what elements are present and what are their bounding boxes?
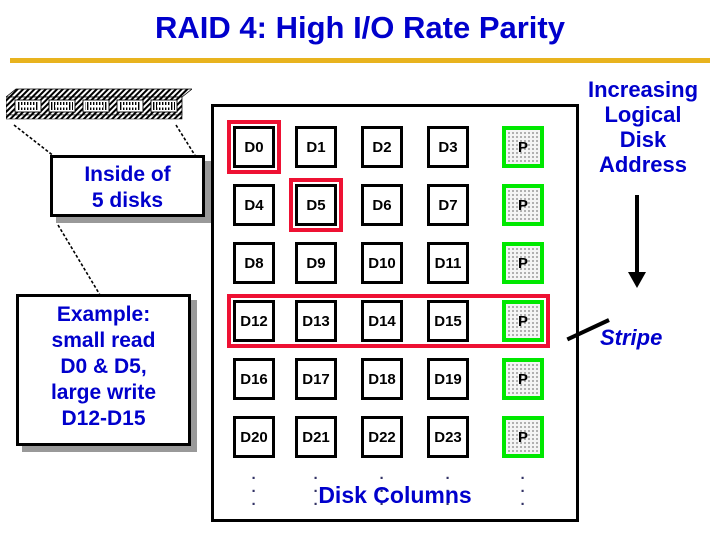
disk-block-d16-r4-c0[interactable]: D16 [233, 358, 275, 400]
disk-block-d22-r5-c2[interactable]: D22 [361, 416, 403, 458]
page-title: RAID 4: High I/O Rate Parity [155, 10, 565, 45]
highlight-large-write-stripe [227, 294, 550, 348]
increasing-logical-disk-address-label: Increasing Logical Disk Address [566, 77, 720, 177]
disk-block-d9-r2-c1[interactable]: D9 [295, 242, 337, 284]
incr-line4: Address [598, 152, 688, 177]
highlight-small-read-d0 [227, 120, 281, 174]
disk-block-d19-r4-c3[interactable]: D19 [427, 358, 469, 400]
disk-block-d18-r4-c2[interactable]: D18 [361, 358, 403, 400]
disk-block-d3-r0-c3[interactable]: D3 [427, 126, 469, 168]
disk-block-d10-r2-c2[interactable]: D10 [361, 242, 403, 284]
incr-line1: Increasing [587, 77, 699, 102]
disk-block-d6-r1-c2[interactable]: D6 [361, 184, 403, 226]
disk-block-p-r4-c4[interactable]: P [502, 358, 544, 400]
highlight-small-read-d5 [289, 178, 343, 232]
callout-example-line1: Example: [56, 303, 151, 326]
disk-block-d2-r0-c2[interactable]: D2 [361, 126, 403, 168]
disk-columns-label: Disk Columns [318, 482, 472, 508]
callout-inside-of-5-disks: Inside of 5 disks [50, 155, 205, 217]
disk-block-d1-r0-c1[interactable]: D1 [295, 126, 337, 168]
callout-inside-line2: 5 disks [91, 189, 164, 212]
disk-block-p-r0-c4[interactable]: P [502, 126, 544, 168]
disk-block-d23-r5-c3[interactable]: D23 [427, 416, 469, 458]
slide-canvas: RAID 4: High I/O Rate Parity Inside of 5… [0, 0, 720, 540]
callout-example-line5: D12-D15 [61, 407, 146, 430]
down-arrow-shaft-icon [635, 195, 639, 275]
title-divider [10, 58, 710, 63]
callout-example-line2: small read [51, 329, 156, 352]
callout-example: Example: small read D0 & D5, large write… [16, 294, 191, 446]
down-arrow-head-icon [628, 272, 646, 288]
callout-example-line4: large write [50, 381, 157, 404]
disk-block-p-r1-c4[interactable]: P [502, 184, 544, 226]
disk-block-d8-r2-c0[interactable]: D8 [233, 242, 275, 284]
disk-block-d11-r2-c3[interactable]: D11 [427, 242, 469, 284]
disk-block-d4-r1-c0[interactable]: D4 [233, 184, 275, 226]
disk-block-p-r2-c4[interactable]: P [502, 242, 544, 284]
stripe-label: Stripe [600, 325, 663, 350]
disk-block-d20-r5-c0[interactable]: D20 [233, 416, 275, 458]
incr-line2: Logical [604, 102, 682, 127]
callout-inside-line1: Inside of [84, 163, 171, 186]
disk-block-d17-r4-c1[interactable]: D17 [295, 358, 337, 400]
incr-line3: Disk [619, 127, 667, 152]
disk-block-p-r5-c4[interactable]: P [502, 416, 544, 458]
disk-block-d7-r1-c3[interactable]: D7 [427, 184, 469, 226]
disk-block-d21-r5-c1[interactable]: D21 [295, 416, 337, 458]
callout-example-line3: D0 & D5, [60, 355, 147, 378]
